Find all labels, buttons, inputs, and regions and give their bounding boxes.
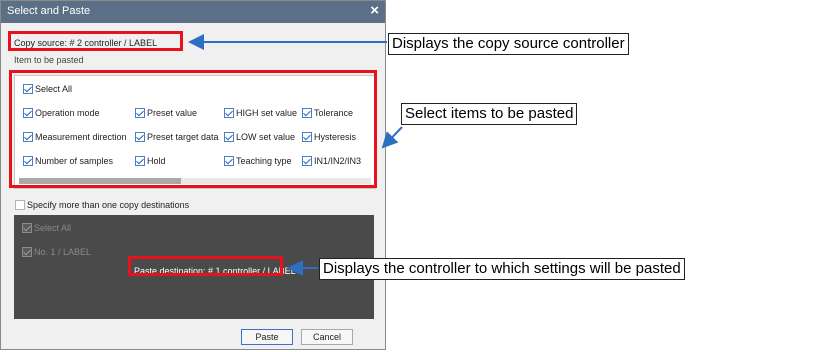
select-items-arrow — [381, 126, 403, 149]
select-items-callout: Select items to be pasted — [401, 103, 578, 125]
copy-source-callout: Displays the copy source controller — [388, 33, 629, 55]
paste-destination-callout: Displays the controller to which setting… — [319, 258, 685, 280]
